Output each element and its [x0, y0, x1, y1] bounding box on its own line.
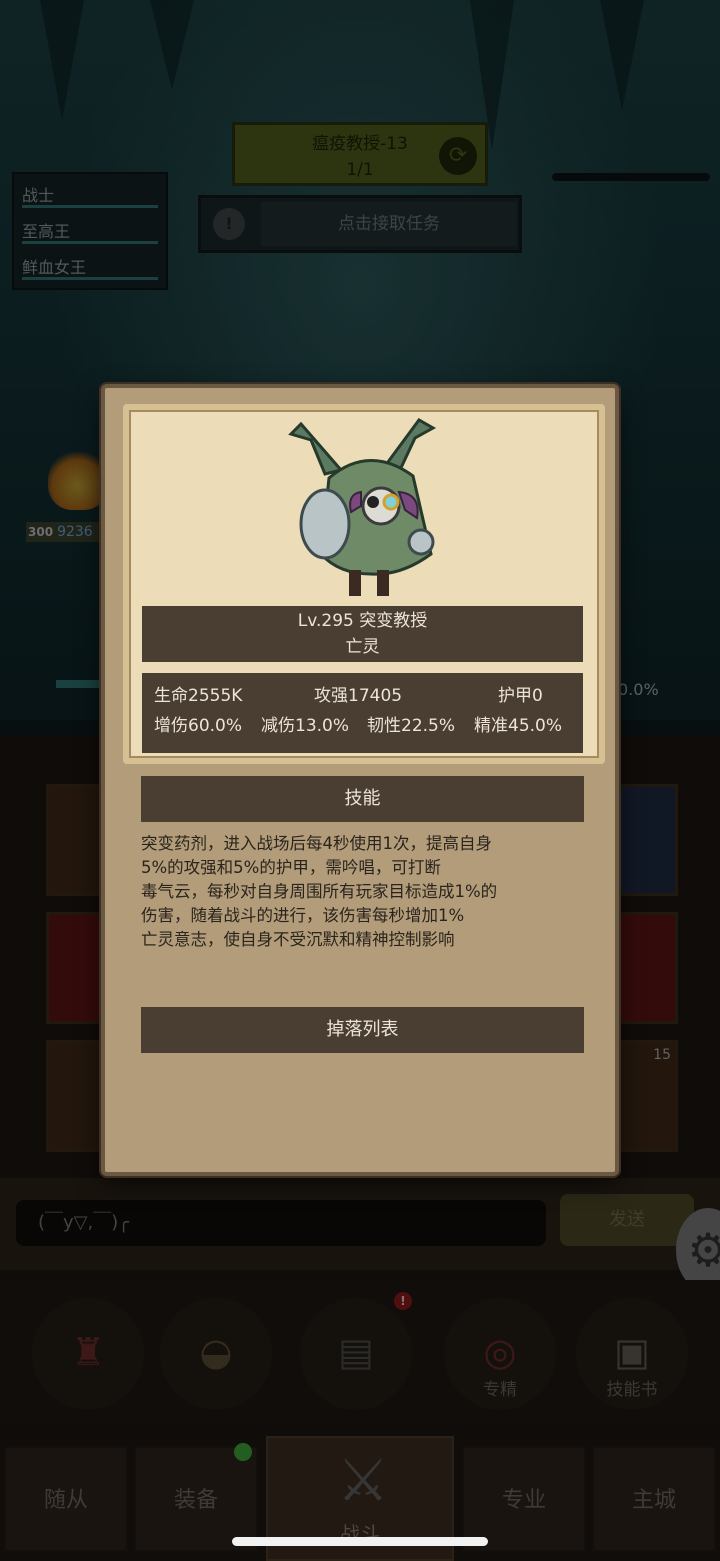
- boss-portrait-card: Lv.295 突变教授 亡灵 生命2555K 攻强17405 护甲0 增伤60.…: [123, 404, 605, 764]
- boss-type: 亡灵: [345, 637, 380, 657]
- skill-line: 伤害，随着战斗的进行，该伤害每秒增加1%: [141, 906, 465, 925]
- stat-accuracy: 精准45.0%: [474, 716, 563, 736]
- boss-stats-panel: 生命2555K 攻强17405 护甲0 增伤60.0% 减伤13.0% 韧性22…: [142, 673, 583, 753]
- stats-row: 增伤60.0% 减伤13.0% 韧性22.5% 精准45.0%: [154, 711, 571, 741]
- skills-header: 技能: [141, 776, 584, 822]
- stat-toughness: 韧性22.5%: [367, 716, 456, 736]
- stat-damage-down: 减伤13.0%: [261, 716, 350, 736]
- home-indicator[interactable]: [232, 1537, 488, 1546]
- stat-attack: 攻强17405: [314, 686, 403, 706]
- skill-line: 5%的攻强和5%的护甲，需吟唱，可打断: [141, 858, 441, 877]
- boss-name-plate: Lv.295 突变教授 亡灵: [142, 606, 583, 662]
- stats-row: 生命2555K 攻强17405 护甲0: [154, 681, 571, 711]
- skill-line: 突变药剂，进入战场后每4秒使用1次，提高自身: [141, 834, 492, 853]
- boss-level-name: Lv.295 突变教授: [297, 611, 428, 631]
- drop-list-button[interactable]: 掉落列表: [141, 1007, 584, 1053]
- stat-armor: 护甲0: [498, 686, 543, 706]
- skill-line: 亡灵意志，使自身不受沉默和精神控制影响: [141, 930, 455, 949]
- skills-description: 突变药剂，进入战场后每4秒使用1次，提高自身 5%的攻强和5%的护甲，需吟唱，可…: [141, 832, 591, 952]
- boss-portrait: [288, 418, 437, 596]
- skill-line: 毒气云，每秒对自身周围所有玩家目标造成1%的: [141, 882, 498, 901]
- boss-info-popup: Lv.295 突变教授 亡灵 生命2555K 攻强17405 护甲0 增伤60.…: [101, 384, 619, 1176]
- stat-damage-up: 增伤60.0%: [154, 716, 243, 736]
- stat-hp: 生命2555K: [154, 686, 243, 706]
